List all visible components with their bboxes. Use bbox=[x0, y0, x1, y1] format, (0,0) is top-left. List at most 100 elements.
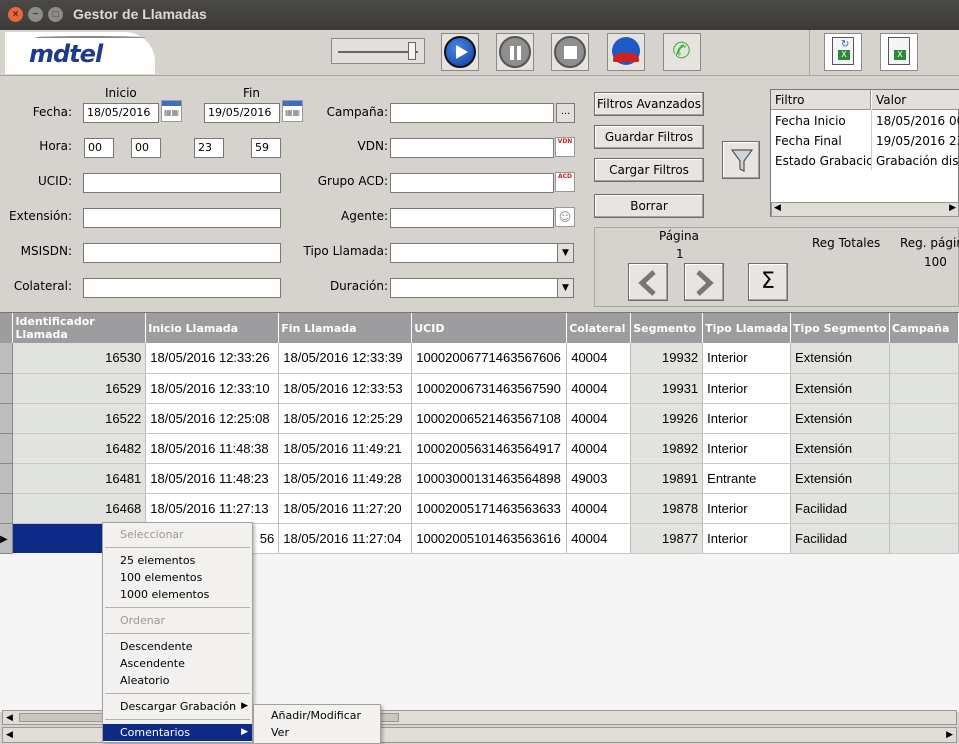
menu-item-comentarios[interactable]: Comentarios ▶ bbox=[103, 724, 252, 741]
cell-campana bbox=[889, 463, 959, 494]
row-selector[interactable]: ▶ bbox=[0, 523, 14, 554]
vdn-field[interactable] bbox=[390, 138, 554, 158]
row-selector[interactable] bbox=[0, 403, 14, 434]
row-selector[interactable] bbox=[0, 433, 14, 464]
filter-table-hscrollbar[interactable]: ◀ ▶ bbox=[771, 202, 959, 217]
col-campana[interactable]: Campaña bbox=[889, 313, 959, 343]
agente-label: Agente: bbox=[341, 209, 388, 223]
tipo-llamada-select[interactable]: ▼ bbox=[390, 243, 574, 263]
cell-fin: 18/05/2016 11:27:20 bbox=[278, 493, 413, 524]
pause-button[interactable] bbox=[496, 33, 534, 71]
calendar-icon[interactable]: ▦▦ bbox=[161, 100, 182, 122]
scroll-right-icon[interactable]: ▶ bbox=[949, 203, 956, 213]
vdn-icon[interactable]: VDN bbox=[555, 137, 575, 157]
apply-filter-button[interactable] bbox=[722, 141, 760, 179]
agent-icon[interactable]: ☺ bbox=[555, 207, 575, 227]
col-ucid[interactable]: UCID bbox=[411, 313, 568, 343]
guardar-filtros-button[interactable]: Guardar Filtros bbox=[594, 125, 704, 149]
answer-button[interactable]: ✆ bbox=[663, 33, 701, 71]
cell-colateral: 40004 bbox=[566, 523, 632, 554]
menu-item-100[interactable]: 100 elementos bbox=[103, 569, 252, 586]
msisdn-field[interactable] bbox=[83, 243, 281, 263]
hora-inicio-h-field[interactable]: 00 bbox=[84, 138, 114, 158]
stop-button[interactable] bbox=[551, 33, 589, 71]
duracion-select[interactable]: ▼ bbox=[390, 278, 574, 298]
maximize-icon[interactable]: □ bbox=[48, 7, 63, 22]
value-cell: 19/05/2016 23 bbox=[876, 134, 959, 148]
hora-label: Hora: bbox=[39, 139, 72, 153]
col-tipo-segmento[interactable]: Tipo Segmento bbox=[790, 313, 890, 343]
cell-campana bbox=[889, 373, 959, 404]
filtros-avanzados-button[interactable]: Filtros Avanzados bbox=[594, 92, 704, 116]
scroll-left-icon[interactable]: ◀ bbox=[6, 728, 13, 743]
excel-export-button[interactable]: X ↻ bbox=[824, 33, 862, 71]
col-tipo-llamada[interactable]: Tipo Llamada bbox=[702, 313, 792, 343]
hangup-button[interactable] bbox=[607, 33, 645, 71]
table-row[interactable]: 16481 18/05/2016 11:48:23 18/05/2016 11:… bbox=[0, 463, 959, 494]
minimize-icon[interactable]: − bbox=[28, 7, 43, 22]
ucid-field[interactable] bbox=[83, 173, 281, 193]
volume-slider[interactable] bbox=[331, 38, 425, 64]
menu-item-anadir-modificar[interactable]: Añadir/Modificar bbox=[254, 707, 380, 724]
cell-inicio: 18/05/2016 12:33:26 bbox=[145, 343, 280, 374]
chevron-down-icon[interactable]: ▼ bbox=[557, 244, 573, 262]
close-icon[interactable]: × bbox=[8, 7, 23, 22]
menu-item-ascendente[interactable]: Ascendente bbox=[103, 655, 252, 672]
borrar-button[interactable]: Borrar bbox=[594, 194, 704, 218]
campana-field[interactable] bbox=[390, 103, 554, 123]
sum-button[interactable]: Σ bbox=[748, 263, 788, 301]
agente-field[interactable] bbox=[390, 208, 554, 228]
grupo-acd-field[interactable] bbox=[390, 173, 554, 193]
cell-tipo-llamada: Entrante bbox=[702, 463, 792, 494]
menu-item-ver[interactable]: Ver bbox=[254, 724, 380, 741]
acd-icon[interactable]: ACD bbox=[555, 172, 575, 192]
colateral-field[interactable] bbox=[83, 278, 281, 298]
value-cell: Grabación disp bbox=[876, 154, 959, 168]
campana-browse-button[interactable]: ... bbox=[556, 103, 575, 123]
col-segmento[interactable]: Segmento bbox=[630, 313, 704, 343]
hora-fin-m-field[interactable]: 59 bbox=[251, 138, 281, 158]
cell-segmento: 19932 bbox=[630, 343, 704, 374]
hora-fin-h-field[interactable]: 23 bbox=[194, 138, 224, 158]
row-selector[interactable] bbox=[0, 493, 14, 524]
row-selector[interactable] bbox=[0, 463, 14, 494]
scroll-right-icon[interactable]: ▶ bbox=[946, 728, 953, 743]
scroll-left-icon[interactable]: ◀ bbox=[774, 203, 781, 213]
menu-item-aleatorio[interactable]: Aleatorio bbox=[103, 672, 252, 689]
menu-item-descendente[interactable]: Descendente bbox=[103, 638, 252, 655]
fecha-fin-field[interactable]: 19/05/2016 bbox=[204, 103, 280, 123]
excel-button[interactable]: X bbox=[880, 33, 918, 71]
table-row[interactable]: 16482 18/05/2016 11:48:38 18/05/2016 11:… bbox=[0, 433, 959, 464]
next-page-button[interactable] bbox=[684, 263, 724, 301]
cell-colateral: 40004 bbox=[566, 493, 632, 524]
col-fin[interactable]: Fin Llamada bbox=[278, 313, 413, 343]
hora-inicio-m-field[interactable]: 00 bbox=[131, 138, 161, 158]
table-row[interactable]: 16468 18/05/2016 11:27:13 18/05/2016 11:… bbox=[0, 493, 959, 524]
play-button[interactable] bbox=[441, 33, 479, 71]
table-row[interactable]: 16522 18/05/2016 12:25:08 18/05/2016 12:… bbox=[0, 403, 959, 434]
menu-item-descargar-grabacion[interactable]: Descargar Grabación ▶ bbox=[103, 698, 252, 715]
comentarios-submenu: Añadir/Modificar Ver bbox=[253, 704, 381, 744]
chevron-down-icon[interactable]: ▼ bbox=[557, 279, 573, 297]
toolbar: mdtel ✆ X ↻ X bbox=[0, 30, 959, 76]
cell-fin: 18/05/2016 12:33:39 bbox=[278, 343, 413, 374]
cell-inicio: 18/05/2016 11:27:13 bbox=[145, 493, 280, 524]
slider-handle[interactable] bbox=[408, 42, 416, 60]
col-colateral[interactable]: Colateral bbox=[566, 313, 632, 343]
table-row[interactable]: 16529 18/05/2016 12:33:10 18/05/2016 12:… bbox=[0, 373, 959, 404]
menu-item-1000[interactable]: 1000 elementos bbox=[103, 586, 252, 603]
row-selector[interactable] bbox=[0, 343, 14, 374]
table-row[interactable]: 16530 18/05/2016 12:33:26 18/05/2016 12:… bbox=[0, 343, 959, 374]
chevron-right-icon bbox=[696, 270, 714, 296]
scroll-left-icon[interactable]: ◀ bbox=[6, 711, 13, 725]
prev-page-button[interactable] bbox=[628, 263, 668, 301]
extension-field[interactable] bbox=[83, 208, 281, 228]
menu-item-25[interactable]: 25 elementos bbox=[103, 552, 252, 569]
cargar-filtros-button[interactable]: Cargar Filtros bbox=[594, 158, 704, 182]
fecha-label: Fecha: bbox=[32, 105, 72, 119]
row-selector[interactable] bbox=[0, 373, 14, 404]
fecha-inicio-field[interactable]: 18/05/2016 bbox=[83, 103, 159, 123]
col-identificador[interactable]: Identificador Llamada bbox=[12, 313, 147, 343]
col-inicio[interactable]: Inicio Llamada bbox=[145, 313, 280, 343]
logo: mdtel bbox=[29, 40, 103, 68]
